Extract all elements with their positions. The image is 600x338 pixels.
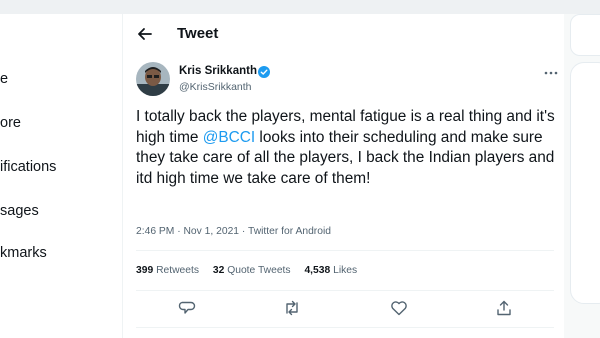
retweets-stat[interactable]: 399 Retweets [136, 265, 199, 276]
heart-icon[interactable] [390, 299, 408, 317]
sidebar-item-notifications[interactable]: ifications [0, 159, 56, 175]
author-handle[interactable]: @KrisSrikkanth [179, 81, 252, 93]
divider [136, 327, 554, 328]
tweet-actions [123, 299, 565, 321]
retweets-count: 399 [136, 265, 154, 276]
sidebar-item-explore[interactable]: ore [0, 115, 21, 131]
reply-icon[interactable] [178, 299, 196, 317]
retweets-label: Retweets [156, 265, 199, 276]
tweet-column: Tweet Kris Srikkanth @KrisSrikkanth I to… [122, 14, 566, 338]
likes-stat[interactable]: 4,538 Likes [304, 265, 357, 276]
likes-label: Likes [333, 265, 358, 276]
tweet-text: I totally back the players, mental fatig… [136, 107, 560, 189]
author-name[interactable]: Kris Srikkanth [179, 65, 257, 77]
arrow-left-icon[interactable] [135, 24, 155, 44]
quotes-count: 32 [212, 265, 225, 276]
avatar[interactable] [136, 62, 170, 96]
sidebar-item-messages[interactable]: sages [0, 203, 39, 219]
tweet-stats: 399 Retweets 32 Quote Tweets 4,538 Likes [136, 265, 368, 276]
likes-count: 4,538 [304, 265, 331, 276]
side-card [570, 62, 600, 304]
retweet-icon[interactable] [283, 299, 301, 317]
page-title: Tweet [177, 25, 219, 42]
quotes-label: Quote Tweets [227, 265, 291, 276]
verified-badge-icon [258, 65, 270, 78]
sidebar-item-home[interactable]: e [0, 71, 8, 87]
divider [136, 290, 554, 291]
more-dots-icon[interactable] [543, 65, 559, 75]
window-top-bar [0, 0, 600, 15]
left-sidebar: e ore ifications sages kmarks [0, 14, 122, 338]
divider [136, 250, 554, 251]
tweet-header: Tweet [123, 14, 565, 54]
tweet-meta[interactable]: 2:46 PM · Nov 1, 2021 · Twitter for Andr… [136, 226, 331, 237]
mention-link[interactable]: @BCCI [203, 129, 255, 146]
right-sidebar [564, 14, 600, 338]
quote-tweets-stat[interactable]: 32 Quote Tweets [213, 265, 291, 276]
share-icon[interactable] [495, 299, 513, 317]
sidebar-item-bookmarks[interactable]: kmarks [0, 245, 47, 261]
search-input[interactable] [570, 14, 600, 56]
